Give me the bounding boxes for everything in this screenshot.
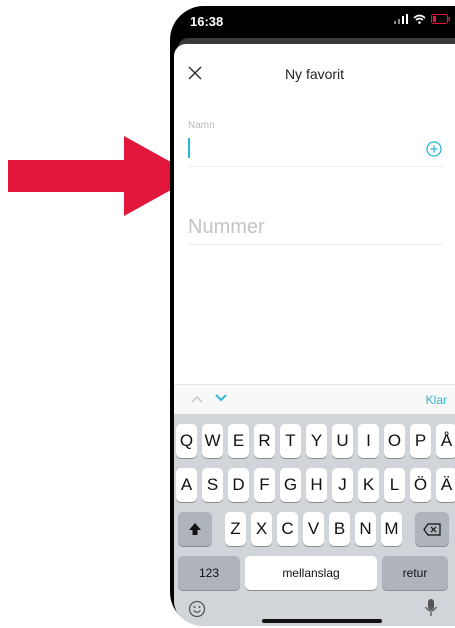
- key-n[interactable]: N: [355, 512, 376, 546]
- shift-key[interactable]: [178, 512, 212, 546]
- keyboard-accessory-bar: Klar: [174, 384, 455, 415]
- key-h[interactable]: H: [306, 468, 327, 502]
- key-å[interactable]: Å: [436, 424, 455, 458]
- name-label: Namn: [188, 120, 215, 131]
- key-b[interactable]: B: [329, 512, 350, 546]
- name-field[interactable]: [188, 138, 190, 158]
- keyboard-row-2: ASDFGHJKLÖÄ: [176, 468, 455, 502]
- microphone-icon[interactable]: [424, 598, 438, 618]
- add-contact-icon[interactable]: [426, 141, 442, 157]
- phone-frame: 16:38 Ny favorit Namn Nummer Klar Q W E …: [170, 6, 455, 626]
- key-z[interactable]: Z: [225, 512, 246, 546]
- key-e[interactable]: E: [228, 424, 249, 458]
- number-field[interactable]: [188, 212, 438, 242]
- keyboard: QWERTYUIOPÅ ASDFGHJKLÖÄ ZXCVBNM 123 mell…: [174, 414, 455, 626]
- key-ö[interactable]: Ö: [410, 468, 431, 502]
- key-q[interactable]: Q: [176, 424, 197, 458]
- key-t[interactable]: T: [280, 424, 301, 458]
- key-o[interactable]: O: [384, 424, 405, 458]
- key-i[interactable]: I: [358, 424, 379, 458]
- wifi-icon: [413, 14, 426, 24]
- home-indicator: [262, 619, 382, 623]
- key-w[interactable]: W: [202, 424, 223, 458]
- status-icons: [394, 14, 451, 24]
- keyboard-row-3: ZXCVBNM: [178, 512, 449, 546]
- keyboard-row-4: 123 mellanslag retur: [178, 556, 448, 590]
- key-l[interactable]: L: [384, 468, 405, 502]
- space-key[interactable]: mellanslag: [245, 556, 377, 590]
- name-underline: [188, 166, 443, 167]
- letter-keys-row-3: ZXCVBNM: [225, 512, 402, 546]
- chevron-up-icon[interactable]: [190, 394, 204, 404]
- new-favorite-screen: Ny favorit Namn Klar QWERTYUIOPÅ ASDFGHJ…: [174, 44, 455, 626]
- key-p[interactable]: P: [410, 424, 431, 458]
- key-r[interactable]: R: [254, 424, 275, 458]
- chevron-down-icon[interactable]: [214, 393, 228, 403]
- status-bar: 16:38: [170, 6, 455, 34]
- key-d[interactable]: D: [228, 468, 249, 502]
- key-s[interactable]: S: [202, 468, 223, 502]
- key-k[interactable]: K: [358, 468, 379, 502]
- battery-low-icon: [431, 14, 450, 24]
- signal-icon: [394, 14, 408, 24]
- key-y[interactable]: Y: [306, 424, 327, 458]
- key-v[interactable]: V: [303, 512, 324, 546]
- return-key[interactable]: retur: [382, 556, 448, 590]
- key-f[interactable]: F: [254, 468, 275, 502]
- shift-icon: [189, 523, 201, 535]
- done-button[interactable]: Klar: [426, 393, 447, 407]
- key-ä[interactable]: Ä: [436, 468, 455, 502]
- key-a[interactable]: A: [176, 468, 197, 502]
- keyboard-row-1: QWERTYUIOPÅ: [176, 424, 455, 458]
- number-underline: [188, 244, 443, 245]
- backspace-key[interactable]: [415, 512, 449, 546]
- page-title: Ny favorit: [284, 66, 345, 82]
- backspace-icon: [423, 522, 441, 536]
- key-x[interactable]: X: [251, 512, 272, 546]
- numbers-key[interactable]: 123: [178, 556, 240, 590]
- key-u[interactable]: U: [332, 424, 353, 458]
- key-m[interactable]: M: [381, 512, 402, 546]
- key-c[interactable]: C: [277, 512, 298, 546]
- emoji-icon[interactable]: [188, 600, 206, 618]
- nav-bar: Ny favorit: [174, 44, 455, 104]
- status-time: 16:38: [190, 14, 224, 29]
- key-g[interactable]: G: [280, 468, 301, 502]
- key-j[interactable]: J: [332, 468, 353, 502]
